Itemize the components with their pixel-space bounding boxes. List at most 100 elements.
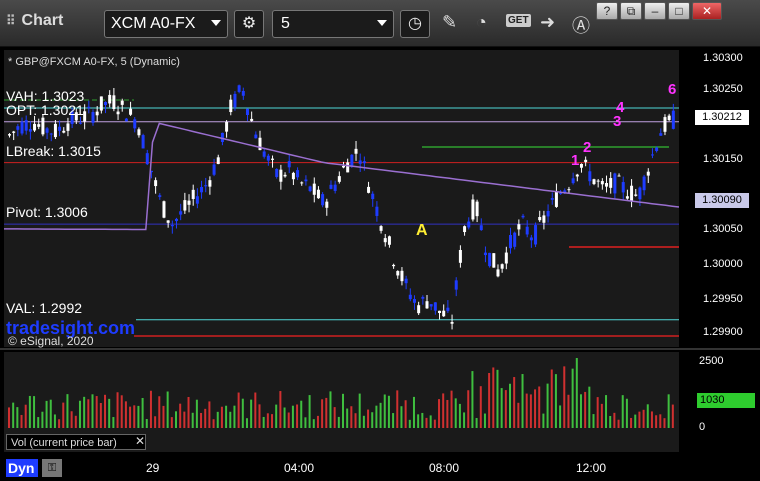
volume-bar [571,368,574,428]
volume-bar [509,383,511,428]
volume-bar [74,415,77,428]
get-button[interactable]: GET [506,14,531,27]
volume-bar [667,394,670,428]
price-tick: 1.30150 [703,153,743,165]
volume-bar [496,369,499,428]
candle-body [108,94,112,104]
price-chart[interactable]: * GBP@FXCM A0-FX, 5 (Dynamic) VAH: 1.302… [4,50,689,348]
minimize-button[interactable]: – [644,2,666,20]
candle-body [49,133,53,135]
volume-bar [233,405,236,428]
forward-icon[interactable]: ➜ [540,12,555,33]
volume-bar [613,412,616,428]
link-icon[interactable]: ⚿ [42,459,62,477]
symbol-input[interactable]: XCM A0-FX [104,10,228,38]
volume-bar [383,394,386,428]
candle-body [245,108,249,116]
interval-clock-button[interactable]: ◷ [400,10,430,38]
volume-bar [483,413,486,428]
volume-bar [124,401,127,428]
pencil-icon[interactable]: ✎ [442,12,457,33]
candle-body [663,117,667,132]
candle-body [308,186,312,192]
volume-bar [120,395,123,428]
candle-body [375,206,379,216]
time-axis[interactable]: Dyn ⚿ 29 04:00 08:00 12:00 [0,455,760,481]
volume-bar [659,414,662,428]
chevron-down-icon[interactable] [377,20,387,26]
volume-bar [271,414,274,428]
candle-body [170,224,174,227]
candle-body [33,123,37,131]
volume-bar [563,366,566,428]
studies-icon[interactable]: ◔ [476,12,487,33]
volume-bar [554,374,557,428]
dynamic-mode-button[interactable]: Dyn [6,459,38,477]
candle-body [87,106,91,109]
volume-bar [663,418,666,428]
candle-body [655,147,659,152]
volume-bar [379,402,382,428]
candle-body [316,189,320,199]
volume-bar [354,413,357,428]
drag-grip-icon[interactable]: ⠿ [6,13,16,28]
alert-icon[interactable]: Ⓐ [572,12,590,38]
candle-body [579,163,583,168]
candle-body [175,218,178,222]
candle-body [346,162,350,173]
volume-bar [475,418,478,428]
volume-bar [24,404,27,428]
volume-bar [492,367,495,428]
volume-bar [220,406,223,428]
volume-bar [283,407,286,428]
help-button[interactable]: ? [596,2,618,20]
volume-bar [83,396,86,428]
interval-value: 5 [281,15,290,32]
volume-bar [308,395,311,428]
volume-bar [433,419,436,428]
volume-bar [66,394,69,428]
close-button[interactable]: ✕ [692,2,722,20]
candle-body [233,93,237,108]
volume-bar [504,390,507,428]
volume-bar [137,405,140,428]
restore-button[interactable]: ⧉ [620,2,642,20]
volume-bar [179,403,182,428]
candle-body [521,215,525,218]
candle-body [237,85,241,92]
chevron-down-icon[interactable] [211,20,221,26]
volume-bar [617,419,620,428]
candle-body [621,182,625,193]
marker-magenta-6: 6 [668,81,677,98]
candle-body [287,161,291,168]
candle-body [291,172,295,180]
volume-bar [467,390,470,428]
volume-bar [346,408,349,428]
volume-bar [454,398,457,428]
candle-body [250,118,254,121]
volume-bar [375,405,378,428]
candle-body [454,280,458,290]
price-tick: 1.30050 [703,223,743,235]
volume-bar [550,369,553,428]
volume-pane[interactable]: Vol (current price bar) ✕ [4,352,679,452]
interval-input[interactable]: 5 [272,10,394,38]
candle-body [337,176,341,182]
close-icon[interactable]: ✕ [135,434,145,448]
volume-bar [133,405,136,428]
marker-magenta-4: 4 [616,99,625,116]
candle-body [542,215,546,223]
candle-body [312,183,316,195]
candle-body [179,211,183,215]
volume-bar [200,412,203,428]
candle-body [396,271,400,276]
volume-bar [87,399,90,428]
maximize-button[interactable]: □ [668,2,690,20]
candle-body [254,134,258,139]
candle-body [417,305,421,314]
symbol-settings-button[interactable]: ⚙ [234,10,264,38]
candle-body [37,124,41,127]
candle-body [204,185,208,187]
price-axis[interactable]: 1.30300 1.30250 1.30150 1.30050 1.30000 … [679,50,760,347]
pane-divider[interactable] [0,348,760,350]
